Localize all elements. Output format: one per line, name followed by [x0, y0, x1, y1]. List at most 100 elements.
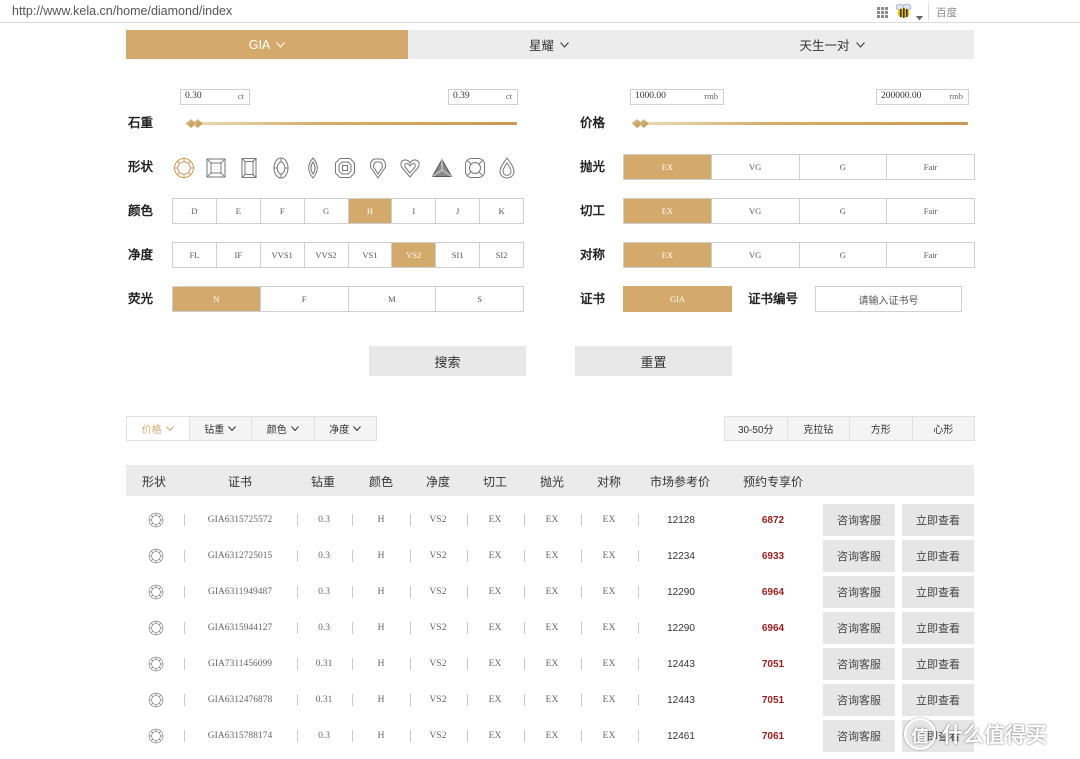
symmetry-option[interactable]: G: [798, 243, 887, 267]
clarity-cell: VS2: [429, 659, 447, 669]
consult-service-button[interactable]: 咨询客服: [823, 504, 895, 536]
emerald-icon[interactable]: [237, 156, 261, 179]
clarity-option[interactable]: IF: [215, 243, 260, 267]
polish-option[interactable]: VG: [710, 155, 799, 179]
column-divider: [467, 694, 468, 706]
pear-icon[interactable]: [495, 156, 519, 179]
consult-service-button[interactable]: 咨询客服: [823, 720, 895, 752]
fluorescence-option[interactable]: N: [173, 287, 260, 311]
column-divider: [524, 514, 525, 526]
tab-gia[interactable]: GIA: [126, 30, 408, 59]
sort-clarity[interactable]: 净度: [313, 417, 376, 440]
polish-option[interactable]: EX: [624, 155, 711, 179]
triangle-icon[interactable]: [430, 156, 454, 179]
clarity-option[interactable]: VS2: [391, 243, 436, 267]
weight-slider[interactable]: [186, 119, 517, 128]
fluorescence-option[interactable]: F: [259, 287, 348, 311]
marquise-icon[interactable]: [301, 156, 325, 179]
heart-icon[interactable]: [398, 156, 422, 179]
reset-button[interactable]: 重置: [575, 346, 732, 376]
quick-filter-30-50[interactable]: 30-50分: [725, 417, 787, 440]
bee-icon[interactable]: [895, 3, 912, 19]
price-max-input[interactable]: 200000.00 rmb: [876, 89, 969, 105]
symmetry-option[interactable]: Fair: [886, 243, 974, 267]
asscher-icon[interactable]: [333, 156, 357, 179]
browser-search-input[interactable]: 百度: [936, 5, 957, 20]
member-price-cell: 6964: [761, 623, 785, 634]
princess-icon[interactable]: [204, 156, 228, 179]
oval-icon[interactable]: [269, 156, 293, 179]
table-row: GIA6312725015 0.3 H VS2 EX EX EX 12234 6933 咨询客服立…: [126, 540, 974, 572]
round-icon[interactable]: [172, 156, 196, 179]
color-option[interactable]: G: [303, 199, 348, 223]
column-divider: [467, 514, 468, 526]
symmetry-option[interactable]: EX: [624, 243, 711, 267]
fluorescence-option[interactable]: S: [435, 287, 523, 311]
view-now-button[interactable]: 立即查看: [902, 612, 974, 644]
polish-option[interactable]: Fair: [886, 155, 974, 179]
consult-service-button[interactable]: 咨询客服: [823, 648, 895, 680]
cut-option[interactable]: Fair: [886, 199, 974, 223]
view-now-button[interactable]: 立即查看: [902, 540, 974, 572]
color-option[interactable]: H: [347, 199, 392, 223]
round-icon: [148, 620, 164, 636]
sort-color[interactable]: 颜色: [251, 417, 314, 440]
view-now-button[interactable]: 立即查看: [902, 504, 974, 536]
column-divider: [581, 622, 582, 634]
cushion-icon[interactable]: [463, 156, 487, 179]
view-now-button[interactable]: 立即查看: [902, 648, 974, 680]
cut-option[interactable]: G: [798, 199, 887, 223]
sort-price[interactable]: 价格: [127, 417, 189, 440]
clarity-option[interactable]: SI1: [435, 243, 479, 267]
table-row: GIA6315944127 0.3 H VS2 EX EX EX 12290 6964 咨询客服立…: [126, 612, 974, 644]
polish-option[interactable]: G: [798, 155, 887, 179]
certificate-number-input[interactable]: 请输入证书号: [815, 286, 962, 312]
tab-tiansheng-yidui[interactable]: 天生一对: [690, 30, 974, 59]
quick-filter-heart[interactable]: 心形: [911, 417, 974, 440]
view-now-button[interactable]: 立即查看: [902, 684, 974, 716]
sort-carat[interactable]: 钻重: [188, 417, 251, 440]
search-button[interactable]: 搜索: [369, 346, 526, 376]
cut-option[interactable]: EX: [624, 199, 711, 223]
weight-min-input[interactable]: 0.30 ct: [180, 89, 250, 105]
polish-cell: EX: [545, 515, 559, 525]
cut-option[interactable]: VG: [710, 199, 799, 223]
color-option[interactable]: J: [435, 199, 479, 223]
chevron-down-icon[interactable]: [916, 8, 923, 21]
market-price-cell: 12443: [667, 695, 695, 706]
color-option[interactable]: F: [259, 199, 304, 223]
quick-filter-carat[interactable]: 克拉钻: [786, 417, 849, 440]
consult-service-button[interactable]: 咨询客服: [823, 576, 895, 608]
weight-slider-max-handle[interactable]: [192, 119, 203, 128]
tab-xingyao[interactable]: 星耀: [408, 30, 690, 59]
view-now-button[interactable]: 立即查看: [902, 576, 974, 608]
clarity-option[interactable]: SI2: [479, 243, 523, 267]
color-option[interactable]: K: [479, 199, 523, 223]
shield-icon[interactable]: [366, 156, 390, 179]
consult-service-button[interactable]: 咨询客服: [823, 684, 895, 716]
carat-cell: 0.3: [318, 731, 330, 741]
weight-max-input[interactable]: 0.39 ct: [448, 89, 518, 105]
consult-service-button[interactable]: 咨询客服: [823, 540, 895, 572]
price-slider-max-handle[interactable]: [638, 119, 649, 128]
cut-label: 切工: [580, 204, 606, 218]
clarity-option[interactable]: VVS1: [259, 243, 304, 267]
column-divider: [524, 622, 525, 634]
color-option[interactable]: E: [215, 199, 260, 223]
clarity-option[interactable]: VVS2: [303, 243, 348, 267]
quick-filter-square[interactable]: 方形: [849, 417, 912, 440]
address-url[interactable]: http://www.kela.cn/home/diamond/index: [12, 4, 232, 18]
price-slider[interactable]: [632, 119, 968, 128]
symmetry-option[interactable]: VG: [710, 243, 799, 267]
round-icon: [148, 692, 164, 708]
consult-service-button[interactable]: 咨询客服: [823, 612, 895, 644]
color-option[interactable]: D: [173, 199, 216, 223]
clarity-option[interactable]: FL: [173, 243, 216, 267]
color-option[interactable]: I: [391, 199, 435, 223]
grid-icon[interactable]: [877, 5, 888, 18]
certificate-option-gia[interactable]: GIA: [623, 286, 732, 312]
fluorescence-option[interactable]: M: [347, 287, 436, 311]
price-min-input[interactable]: 1000.00 rmb: [630, 89, 724, 105]
clarity-option[interactable]: VS1: [347, 243, 392, 267]
clarity-cell: VS2: [429, 551, 447, 561]
